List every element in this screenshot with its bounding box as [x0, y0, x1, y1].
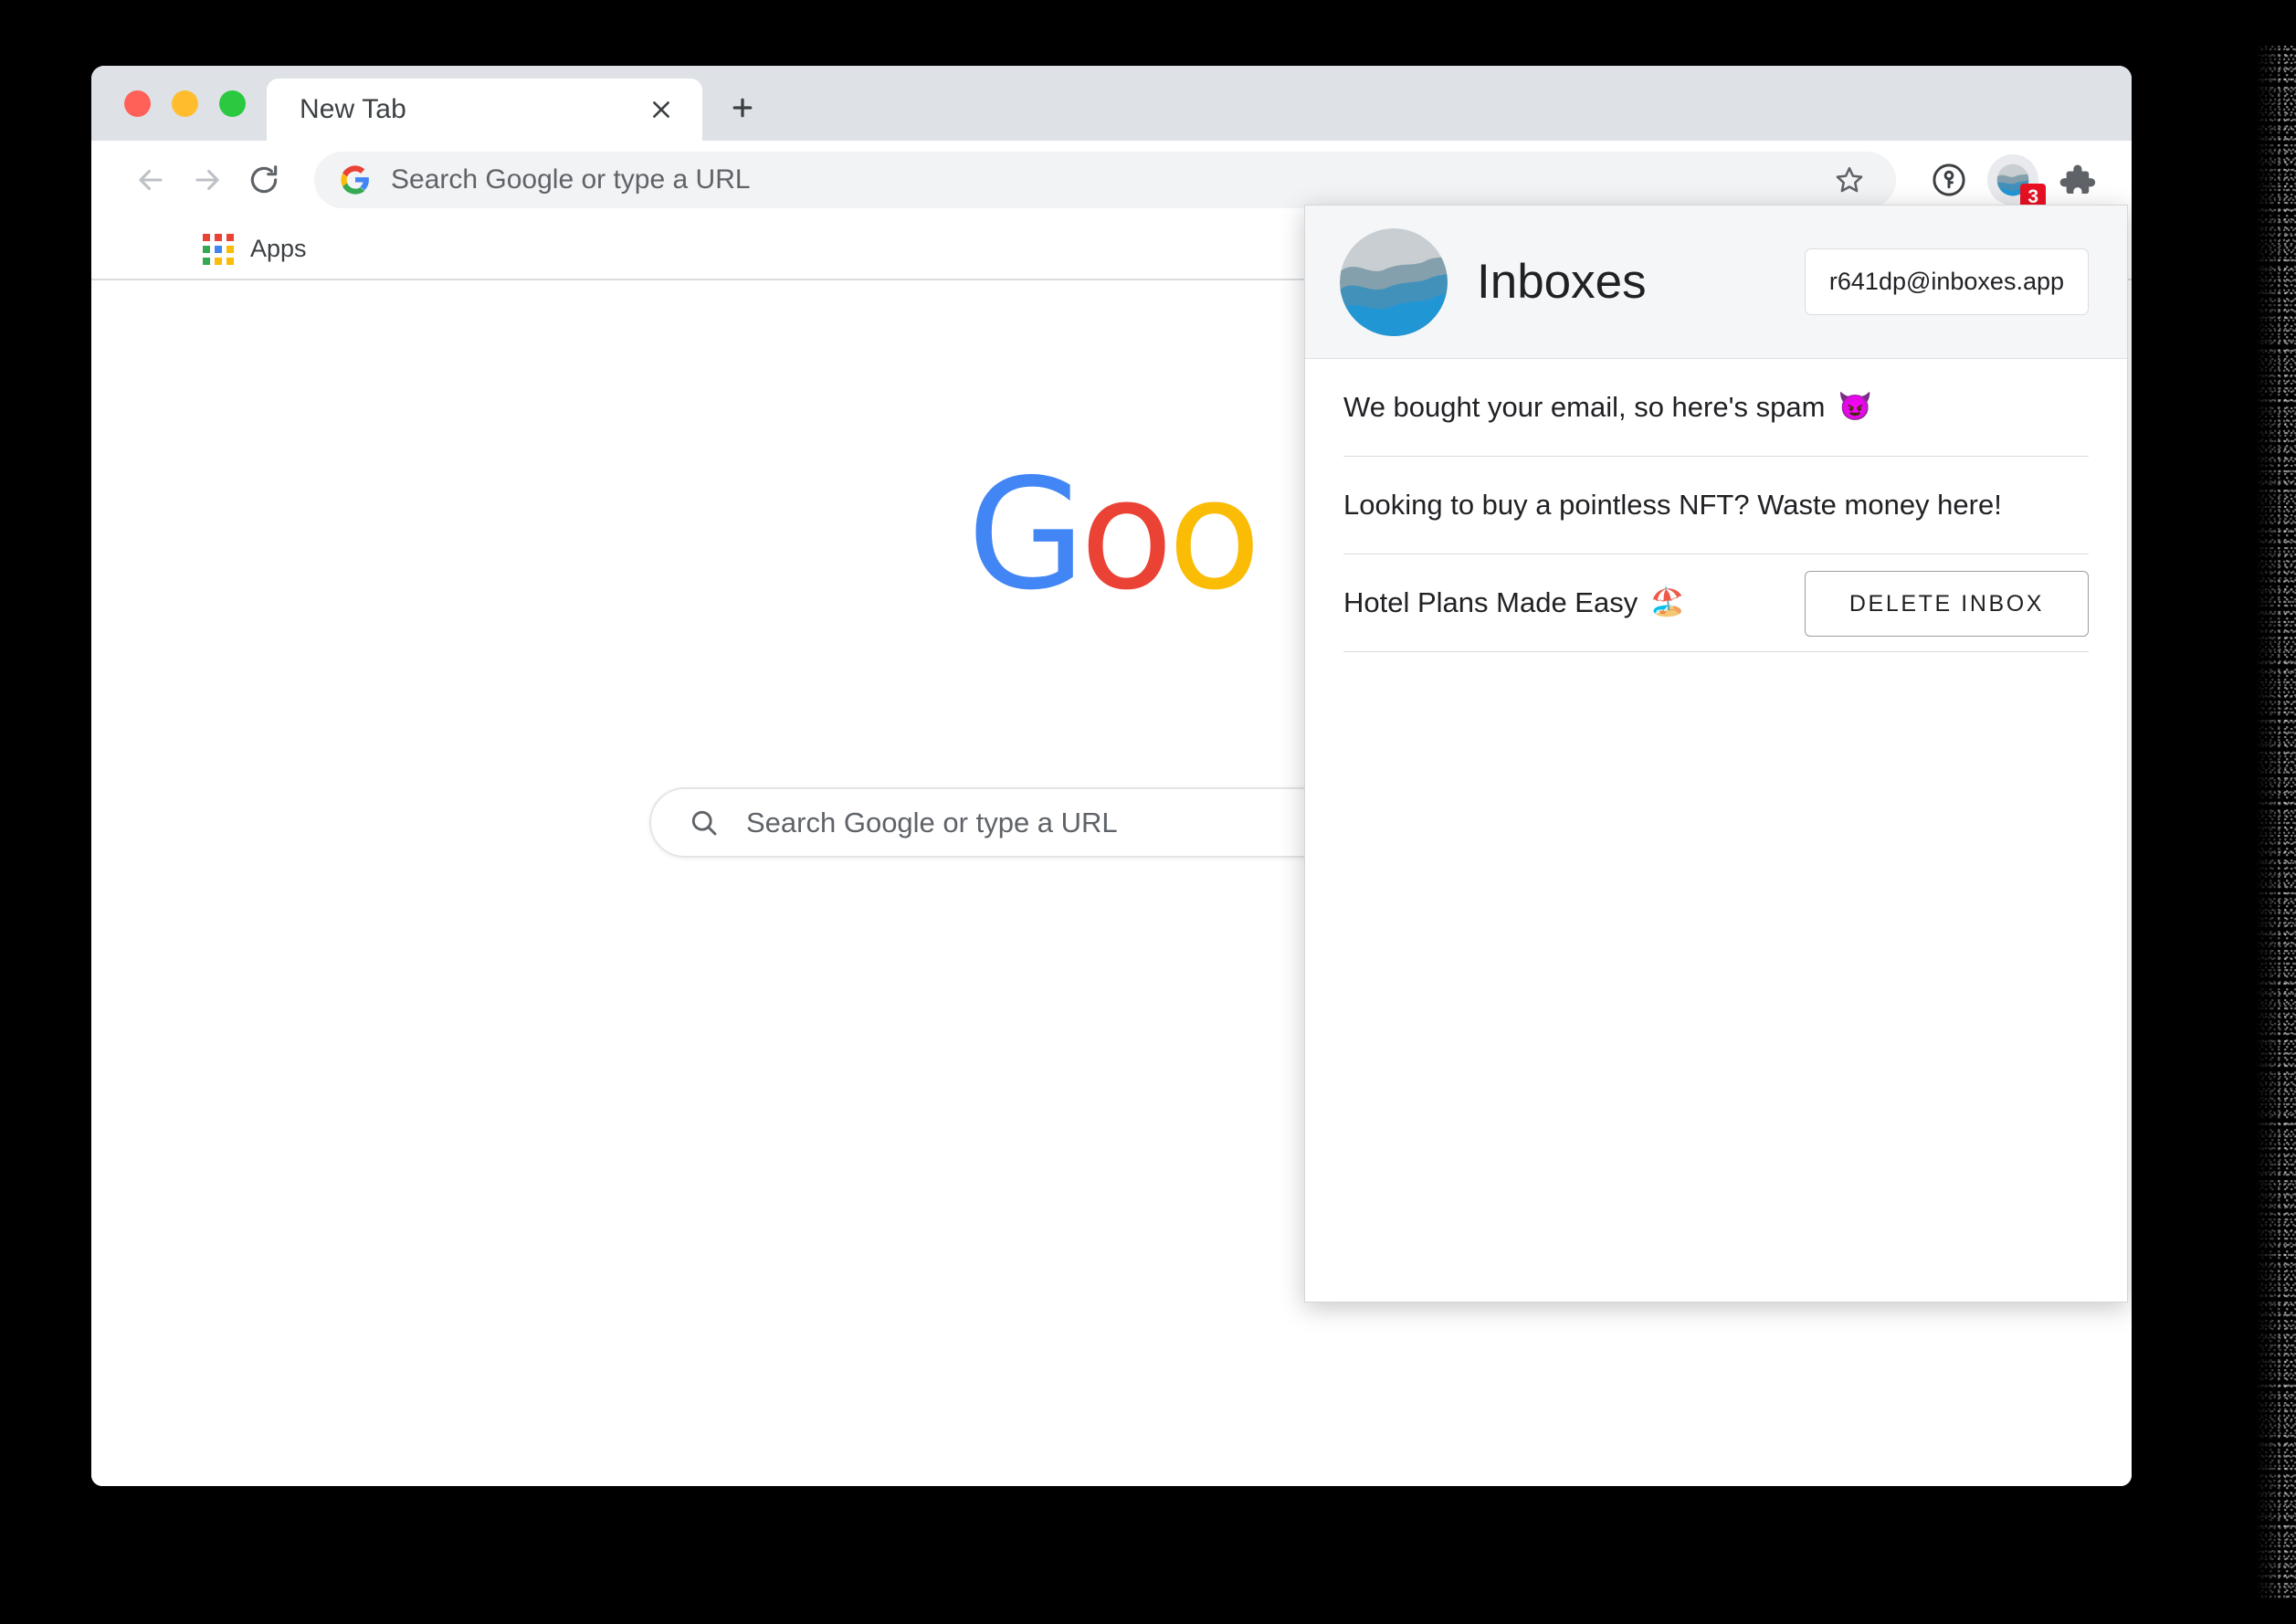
inbox-email-address[interactable]: r641dp@inboxes.app	[1804, 248, 2089, 315]
delete-inbox-button[interactable]: DELETE INBOX	[1805, 571, 2089, 637]
inboxes-extension-button[interactable]: 3	[1985, 153, 2046, 211]
close-tab-icon[interactable]	[646, 94, 677, 125]
forward-button[interactable]	[179, 152, 236, 208]
message-subject-wrapper: Hotel Plans Made Easy 🏖️	[1343, 586, 1685, 619]
logo-letter-0: G	[967, 447, 1085, 624]
popup-header: Inboxes r641dp@inboxes.app	[1305, 206, 2127, 359]
browser-tab[interactable]: New Tab	[267, 79, 702, 141]
new-tab-search-placeholder: Search Google or type a URL	[746, 806, 1118, 838]
google-favicon-icon	[340, 164, 371, 195]
tab-strip: New Tab	[91, 66, 2132, 141]
logo-letter-1: o	[1080, 447, 1174, 624]
apps-grid-icon	[203, 233, 234, 265]
logo-letter-2: o	[1167, 447, 1261, 624]
new-tab-icon[interactable]	[722, 88, 763, 128]
message-subject: We bought your email, so here's spam	[1343, 391, 1826, 423]
message-subject: Hotel Plans Made Easy	[1343, 586, 1638, 618]
message-row[interactable]: Looking to buy a pointless NFT? Waste mo…	[1343, 457, 2089, 554]
reload-button[interactable]	[236, 152, 292, 208]
bookmark-item-apps[interactable]: Apps	[203, 233, 307, 265]
message-emoji-icon: 🏖️	[1650, 587, 1685, 617]
message-emoji-icon: 😈	[1838, 392, 1872, 422]
back-button[interactable]	[122, 152, 179, 208]
minimize-window-button[interactable]	[172, 90, 198, 117]
extensions-puzzle-icon[interactable]	[2049, 153, 2104, 207]
message-subject: Looking to buy a pointless NFT? Waste mo…	[1343, 489, 2002, 521]
message-subject-wrapper: Looking to buy a pointless NFT? Waste mo…	[1343, 489, 2015, 522]
popup-brand-name: Inboxes	[1477, 255, 1647, 309]
inboxes-extension-popup: Inboxes r641dp@inboxes.app We bought you…	[1304, 205, 2128, 1302]
password-manager-icon[interactable]	[1922, 153, 1976, 207]
bookmark-star-icon[interactable]	[1828, 159, 1870, 201]
close-window-button[interactable]	[124, 90, 151, 117]
address-bar[interactable]: Search Google or type a URL	[314, 152, 1896, 208]
message-row[interactable]: We bought your email, so here's spam 😈	[1343, 359, 2089, 457]
tab-title: New Tab	[300, 94, 406, 124]
google-logo: G o o	[967, 447, 1261, 624]
address-bar-text: Search Google or type a URL	[391, 164, 751, 195]
bookmark-label: Apps	[250, 235, 307, 262]
message-subject-wrapper: We bought your email, so here's spam 😈	[1343, 391, 1872, 424]
image-edge-artifact	[2256, 46, 2296, 1598]
inboxes-logo-icon	[1340, 227, 1448, 336]
window-controls	[91, 90, 246, 141]
search-icon	[688, 807, 721, 839]
message-list: We bought your email, so here's spam 😈 L…	[1305, 359, 2127, 652]
zoom-window-button[interactable]	[219, 90, 246, 117]
